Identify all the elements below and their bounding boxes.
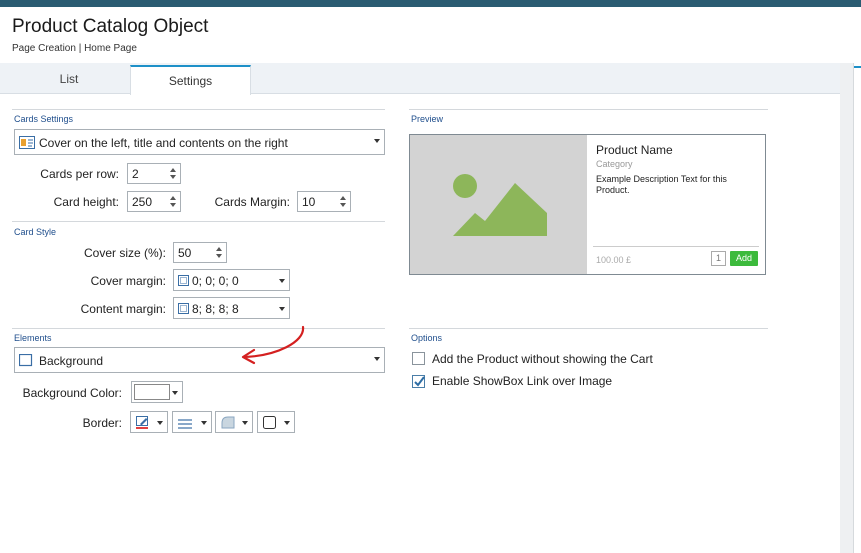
chevron-down-icon [157, 421, 163, 425]
window-top-bar [0, 0, 861, 7]
spin-up-icon[interactable] [340, 196, 346, 200]
spin-up-icon[interactable] [216, 247, 222, 251]
content-margin-dropdown[interactable]: 8; 8; 8; 8 [173, 297, 290, 319]
border-label: Border: [82, 416, 122, 430]
border-sides-button[interactable] [257, 411, 295, 433]
right-side-panel [840, 63, 853, 553]
border-radius-button[interactable] [215, 411, 253, 433]
card-height-stepper[interactable]: 250 [127, 191, 181, 212]
cover-size-stepper[interactable]: 50 [173, 242, 227, 263]
checkmark-icon [414, 376, 425, 387]
card-style-heading: Card Style [14, 227, 57, 237]
spin-down-icon[interactable] [340, 203, 346, 207]
section-divider [12, 221, 385, 222]
cover-margin-dropdown[interactable]: 0; 0; 0; 0 [173, 269, 290, 291]
tab-list[interactable]: List [8, 65, 130, 95]
element-selector-value: Background [39, 354, 104, 368]
card-layout-combo[interactable]: Cover on the left, title and contents on… [14, 129, 385, 155]
chevron-down-icon [374, 139, 380, 143]
showbox-link-checkbox[interactable] [412, 375, 425, 388]
pencil-color-icon [136, 416, 150, 432]
chevron-down-icon [201, 421, 207, 425]
preview-product-name: Product Name [596, 143, 673, 157]
card-preview: Product Name Category Example Descriptio… [409, 134, 766, 275]
tab-settings[interactable]: Settings [130, 65, 251, 95]
cards-per-row-stepper[interactable]: 2 [127, 163, 181, 184]
margin-icon [178, 275, 189, 289]
chevron-down-icon [172, 391, 178, 395]
cards-per-row-label: Cards per row: [40, 167, 119, 181]
options-heading: Options [411, 333, 443, 343]
cards-margin-label: Cards Margin: [214, 195, 290, 209]
cover-size-value: 50 [178, 246, 192, 260]
preview-quantity: 1 [711, 251, 726, 266]
image-placeholder-icon [453, 174, 547, 236]
preview-add-button: Add [730, 251, 758, 266]
add-without-cart-checkbox[interactable] [412, 352, 425, 365]
layout-icon [19, 136, 35, 152]
preview-heading: Preview [411, 114, 444, 124]
chevron-down-icon [279, 279, 285, 283]
annotation-arrow-icon [241, 325, 305, 365]
elements-heading: Elements [14, 333, 52, 343]
section-divider [409, 328, 768, 329]
color-swatch [134, 384, 170, 400]
card-layout-value: Cover on the left, title and contents on… [39, 136, 288, 150]
showbox-link-label: Enable ShowBox Link over Image [432, 374, 613, 388]
section-divider [409, 109, 768, 110]
preview-divider [593, 246, 759, 247]
preview-category: Category [596, 159, 633, 169]
cards-margin-stepper[interactable]: 10 [297, 191, 351, 212]
border-color-button[interactable] [130, 411, 168, 433]
preview-description: Example Description Text for this Produc… [596, 174, 727, 195]
spin-up-icon[interactable] [170, 168, 176, 172]
square-icon [18, 353, 33, 370]
tab-strip: List Settings [0, 63, 840, 95]
margin-icon [178, 303, 189, 317]
element-selector-combo[interactable]: Background [14, 347, 385, 373]
section-divider [12, 328, 385, 329]
spin-down-icon[interactable] [216, 254, 222, 258]
chevron-down-icon [279, 307, 285, 311]
page-title: Product Catalog Object [12, 16, 209, 37]
chevron-down-icon [284, 421, 290, 425]
chevron-down-icon [242, 421, 248, 425]
chevron-down-icon [374, 357, 380, 361]
card-height-value: 250 [132, 195, 153, 209]
spin-down-icon[interactable] [170, 175, 176, 179]
right-edge-scroll[interactable] [853, 63, 861, 553]
section-divider [12, 109, 385, 110]
cover-size-label: Cover size (%): [83, 246, 166, 260]
background-color-label: Background Color: [22, 386, 122, 400]
add-without-cart-label: Add the Product without showing the Cart [432, 352, 653, 366]
border-box-icon [263, 416, 276, 432]
background-color-picker[interactable] [131, 381, 183, 403]
content-margin-value: 8; 8; 8; 8 [192, 302, 239, 316]
cards-per-row-value: 2 [132, 167, 139, 181]
cover-margin-value: 0; 0; 0; 0 [192, 274, 239, 288]
corner-radius-icon [221, 416, 235, 432]
page-header: Product Catalog Object Page Creation | H… [0, 7, 861, 63]
cards-settings-heading: Cards Settings [14, 114, 74, 124]
preview-price: 100.00 £ [596, 255, 632, 265]
preview-cover-image [410, 135, 587, 274]
spin-up-icon[interactable] [170, 196, 176, 200]
spin-down-icon[interactable] [170, 203, 176, 207]
breadcrumb[interactable]: Page Creation | Home Page [12, 43, 137, 54]
cover-margin-label: Cover margin: [90, 274, 166, 288]
card-height-label: Card height: [53, 195, 119, 209]
content-margin-label: Content margin: [80, 302, 166, 316]
cards-margin-value: 10 [302, 195, 316, 209]
border-style-button[interactable] [172, 411, 212, 433]
line-style-icon [178, 418, 192, 432]
